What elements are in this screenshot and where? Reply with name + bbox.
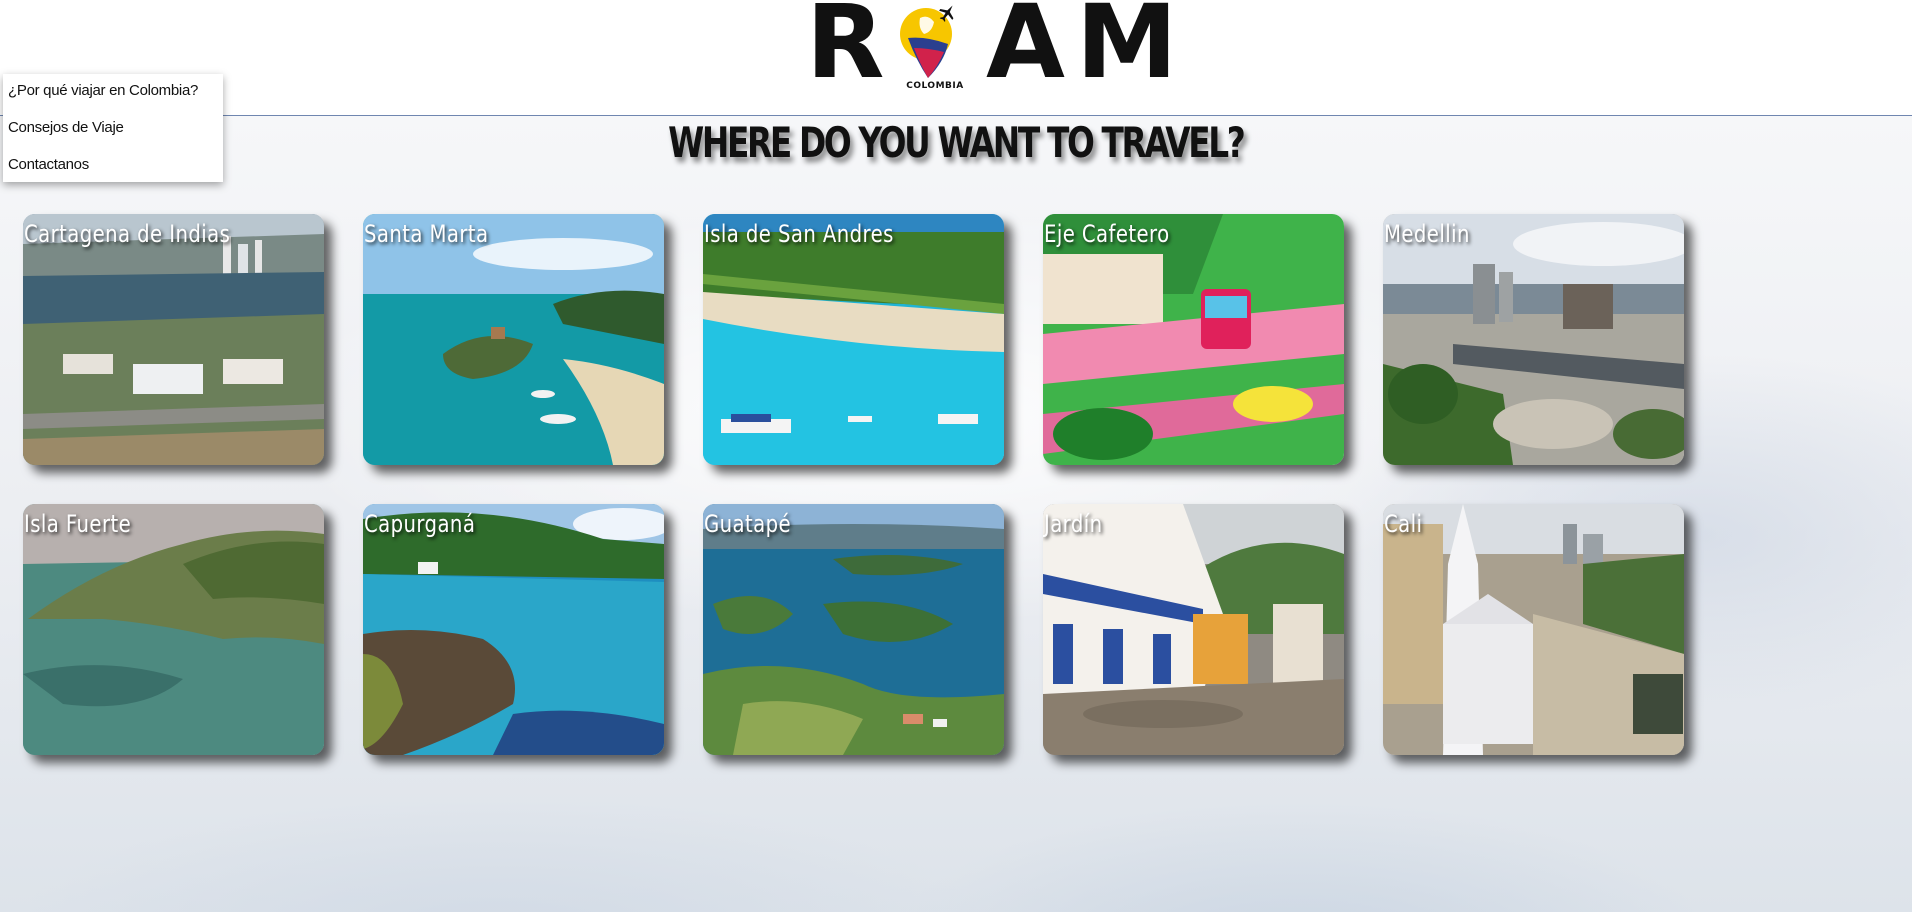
- logo-letter-m: M: [1076, 0, 1178, 102]
- guatape-photo: [703, 504, 1004, 755]
- destination-card-isla-fuerte[interactable]: Isla Fuerte: [23, 504, 324, 755]
- destination-label: Cali: [1384, 510, 1423, 538]
- destination-label: Santa Marta: [364, 220, 489, 248]
- jardin-photo: [1043, 504, 1344, 755]
- capurgana-photo: [363, 504, 664, 755]
- logo-subtitle: COLOMBIA: [906, 81, 964, 91]
- destination-card-guatape[interactable]: Guatapé: [703, 504, 1004, 755]
- destination-card-cartagena[interactable]: Cartagena de Indias: [23, 214, 324, 465]
- menu-item-travel-tips[interactable]: Consejos de Viaje: [3, 113, 223, 150]
- cartagena-photo: [23, 214, 324, 465]
- menu-item-contact[interactable]: Contactanos: [3, 150, 223, 187]
- destination-card-jardin[interactable]: Jardín: [1043, 504, 1344, 755]
- santa-marta-photo: [363, 214, 664, 465]
- destination-label: Jardín: [1044, 510, 1103, 538]
- destination-label: Guatapé: [704, 510, 792, 538]
- eje-cafetero-photo: [1043, 214, 1344, 465]
- destination-card-eje-cafetero[interactable]: Eje Cafetero: [1043, 214, 1344, 465]
- colombia-map-icon: [900, 5, 954, 78]
- medellin-photo: [1383, 214, 1684, 465]
- destinations-grid: Cartagena de Indias Santa Marta Isla de …: [23, 214, 1684, 755]
- page-title: WHERE DO YOU WANT TO TRAVEL?: [668, 118, 1246, 167]
- destination-label: Cartagena de Indias: [24, 220, 231, 248]
- logo-letter-a: A: [986, 0, 1065, 102]
- logo-letter-r: R: [806, 0, 885, 102]
- destination-label: Isla de San Andres: [704, 220, 894, 248]
- roam-logo[interactable]: R COLOMBIA A M: [806, 0, 1178, 102]
- menu-item-why-travel[interactable]: ¿Por qué viajar en Colombia?: [3, 76, 223, 113]
- destination-card-medellin[interactable]: Medellin: [1383, 214, 1684, 465]
- destination-card-cali[interactable]: Cali: [1383, 504, 1684, 755]
- dropdown-menu: ¿Por qué viajar en Colombia? Consejos de…: [3, 74, 223, 182]
- cali-photo: [1383, 504, 1684, 755]
- destination-card-capurgana[interactable]: Capurganá: [363, 504, 664, 755]
- destination-card-santa-marta[interactable]: Santa Marta: [363, 214, 664, 465]
- isla-fuerte-photo: [23, 504, 324, 755]
- san-andres-photo: [703, 214, 1004, 465]
- destination-label: Eje Cafetero: [1044, 220, 1170, 248]
- destination-label: Capurganá: [364, 510, 476, 538]
- destination-label: Isla Fuerte: [24, 510, 132, 538]
- site-header: R COLOMBIA A M: [0, 0, 1912, 116]
- destination-card-san-andres[interactable]: Isla de San Andres: [703, 214, 1004, 465]
- destination-label: Medellin: [1384, 220, 1470, 248]
